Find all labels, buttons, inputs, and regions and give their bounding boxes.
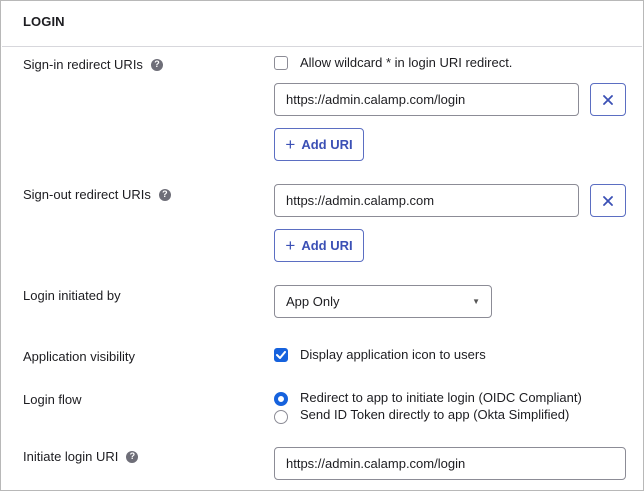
login-settings-panel: LOGIN Sign-in redirect URIs ? Allow wild…: [0, 0, 644, 491]
close-icon: [603, 94, 613, 105]
signout-uri-value: https://admin.calamp.com: [286, 193, 435, 208]
question-circle-icon[interactable]: ?: [158, 188, 171, 201]
app-visibility-label: Application visibility: [23, 349, 135, 364]
login-flow-label: Login flow: [23, 392, 82, 407]
login-flow-radio-oidc[interactable]: [274, 392, 288, 406]
login-flow-text: Login flow: [23, 392, 82, 407]
initiate-login-uri-label: Initiate login URI: [23, 449, 119, 464]
signout-redirect-label-row: Sign-out redirect URIs ?: [23, 187, 171, 202]
add-signout-uri-label: Add URI: [301, 238, 353, 253]
initiate-login-uri-value: https://admin.calamp.com/login: [286, 456, 466, 471]
question-circle-icon[interactable]: ?: [150, 58, 163, 71]
signin-uri-field[interactable]: https://admin.calamp.com/login: [274, 83, 579, 116]
initiate-login-uri-label-row: Initiate login URI ?: [23, 449, 139, 464]
caret-down-icon: ▼: [472, 297, 480, 306]
signin-redirect-label: Sign-in redirect URIs: [23, 57, 143, 72]
section-title: LOGIN: [23, 14, 65, 29]
login-flow-option-okta: Send ID Token directly to app (Okta Simp…: [300, 407, 570, 422]
signout-uri-field[interactable]: https://admin.calamp.com: [274, 184, 579, 217]
app-visibility-text: Application visibility: [23, 349, 135, 364]
login-initiated-by-value: App Only: [286, 294, 340, 309]
signin-uri-value: https://admin.calamp.com/login: [286, 92, 466, 107]
remove-signin-uri-button[interactable]: [590, 83, 626, 116]
login-flow-radio-okta[interactable]: [274, 410, 288, 424]
remove-signout-uri-button[interactable]: [590, 184, 626, 217]
close-icon: [603, 195, 613, 206]
plus-icon: +: [285, 135, 296, 154]
login-initiated-by-select[interactable]: App Only ▼: [274, 285, 492, 318]
signin-redirect-label-row: Sign-in redirect URIs ?: [23, 57, 163, 72]
add-signout-uri-button[interactable]: + Add URI: [274, 229, 364, 262]
wildcard-label: Allow wildcard * in login URI redirect.: [300, 55, 513, 70]
section-divider: [2, 46, 642, 47]
signout-redirect-label: Sign-out redirect URIs: [23, 187, 151, 202]
plus-icon: +: [285, 236, 296, 255]
add-signin-uri-button[interactable]: + Add URI: [274, 128, 364, 161]
login-flow-option-oidc: Redirect to app to initiate login (OIDC …: [300, 390, 582, 405]
display-icon-label: Display application icon to users: [300, 347, 486, 362]
login-initiated-by-label: Login initiated by: [23, 288, 121, 303]
wildcard-checkbox[interactable]: [274, 56, 288, 70]
display-icon-checkbox[interactable]: [274, 348, 288, 362]
login-initiated-by-text: Login initiated by: [23, 288, 121, 303]
question-circle-icon[interactable]: ?: [126, 450, 139, 463]
checkmark-icon: [276, 351, 286, 359]
add-signin-uri-label: Add URI: [301, 137, 353, 152]
initiate-login-uri-field[interactable]: https://admin.calamp.com/login: [274, 447, 626, 480]
